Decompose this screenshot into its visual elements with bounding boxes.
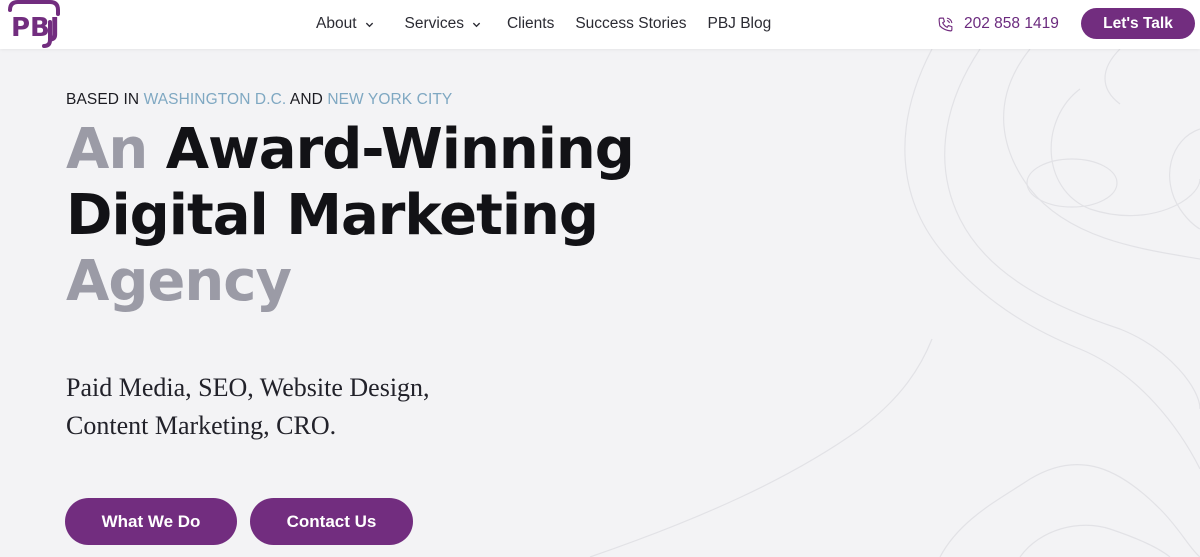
chevron-down-icon [365,22,373,27]
location-washington: WASHINGTON D.C. [143,91,287,108]
nav-item-services[interactable]: Services [405,0,481,48]
svg-text:PBJ: PBJ [11,13,60,43]
based-prefix: BASED IN [66,91,140,108]
pbj-logo[interactable]: PBJ [6,0,62,48]
services-line-2: Content Marketing, CRO. [66,411,337,440]
phone-icon [938,17,953,31]
nav-item-label: Services [404,15,464,32]
nav-item-about[interactable]: About [316,0,374,48]
nav-item-label: About [316,15,357,32]
headline-award-winning: Award-Winning [165,117,635,182]
chevron-down-icon [472,22,481,27]
services-list: Paid Media, SEO, Website Design, Content… [66,369,430,445]
lets-talk-button[interactable]: Let's Talk [1081,8,1195,39]
logo-icon: PBJ [8,0,60,48]
nav-item-label: Clients [506,15,555,32]
location-tagline: BASED IN WASHINGTON D.C. AND NEW YORK CI… [66,91,634,113]
headline-word-an: An [66,117,148,182]
location-new-york: NEW YORK CITY [327,91,453,108]
site-header: PBJ About Services Clients Success Stori… [0,0,1200,49]
headline-digital-marketing: Digital Marketing [66,183,599,248]
nav-item-pbj-blog[interactable]: PBJ Blog [707,0,771,48]
hero-section: BASED IN WASHINGTON D.C. AND NEW YORK CI… [66,91,635,315]
hero-headline: An Award-Winning Digital Marketing Agenc… [66,117,635,315]
phone-link[interactable]: 202 858 1419 [937,0,1059,48]
contact-us-button[interactable]: Contact Us [250,498,413,545]
main-nav: About Services Clients Success Stories P… [316,0,792,48]
nav-item-success-stories[interactable]: Success Stories [575,0,686,48]
phone-number: 202 858 1419 [964,15,1059,32]
topographic-background [589,49,1200,557]
services-line-1: Paid Media, SEO, Website Design, [66,373,430,402]
nav-item-label: Success Stories [575,15,687,32]
what-we-do-button[interactable]: What We Do [65,498,237,545]
nav-item-clients[interactable]: Clients [507,0,554,48]
nav-item-label: PBJ Blog [707,15,772,32]
based-and: AND [289,91,323,108]
headline-agency: Agency [66,249,292,314]
